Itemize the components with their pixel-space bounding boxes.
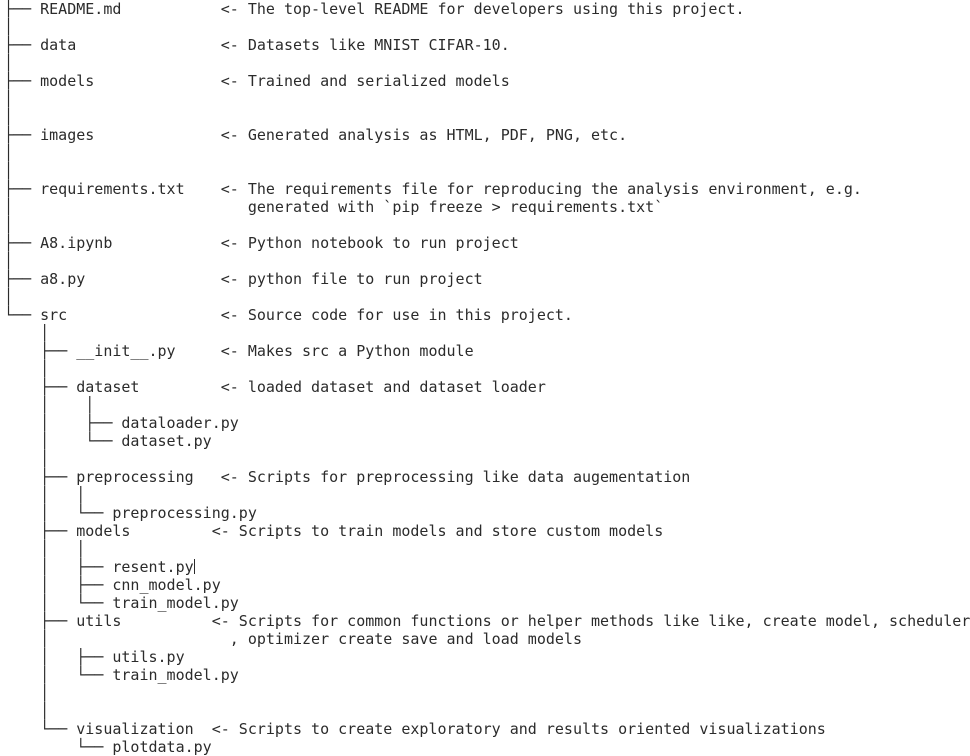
tree-line: │ xyxy=(4,90,14,108)
tree-line: │ xyxy=(4,324,50,342)
tree-line: ├── dataset <- loaded dataset and datase… xyxy=(4,378,546,396)
tree-line: │ ├── utils.py xyxy=(4,648,185,666)
tree-line: │ xyxy=(4,144,14,162)
tree-line: │ xyxy=(4,702,50,720)
tree-line-with-cursor: │ ├── resent.py xyxy=(4,558,970,576)
tree-line: ├── images <- Generated analysis as HTML… xyxy=(4,126,628,144)
tree-line: ├── preprocessing <- Scripts for preproc… xyxy=(4,468,691,486)
tree-line: ├── README.md <- The top-level README fo… xyxy=(4,0,745,18)
tree-line: │ └── train_model.py xyxy=(4,666,239,684)
tree-line: │ xyxy=(4,18,14,36)
tree-line: │ xyxy=(4,684,50,702)
tree-line: │ xyxy=(4,252,14,270)
tree-line: │ xyxy=(4,108,14,126)
tree-line: ├── data <- Datasets like MNIST CIFAR-10… xyxy=(4,36,510,54)
tree-line: ├── models <- Trained and serialized mod… xyxy=(4,72,510,90)
directory-tree[interactable]: ├── README.md <- The top-level README fo… xyxy=(4,0,970,756)
tree-line: ├── a8.py <- python file to run project xyxy=(4,270,483,288)
tree-line: │ └── preprocessing.py xyxy=(4,504,257,522)
tree-line: │ │ xyxy=(4,486,86,504)
tree-line: │ ├── cnn_model.py xyxy=(4,576,221,594)
tree-line: │ ├── dataloader.py xyxy=(4,414,239,432)
text-cursor xyxy=(193,559,195,574)
tree-line: │ , optimizer create save and load model… xyxy=(4,630,582,648)
tree-line: │ xyxy=(4,54,14,72)
tree-line: │ xyxy=(4,288,14,306)
tree-line: ├── requirements.txt <- The requirements… xyxy=(4,180,862,198)
tree-line: │ │ xyxy=(4,540,86,558)
tree-line: ├── models <- Scripts to train models an… xyxy=(4,522,664,540)
tree-line: │ xyxy=(4,162,14,180)
tree-line: │ xyxy=(4,360,50,378)
tree-line: └── visualization <- Scripts to create e… xyxy=(4,720,826,738)
tree-line: │ xyxy=(4,450,50,468)
tree-line: └── plotdata.py xyxy=(4,738,212,756)
tree-line-text: │ ├── resent.py xyxy=(4,558,194,576)
tree-line: └── src <- Source code for use in this p… xyxy=(4,306,573,324)
tree-line: │ │ xyxy=(4,396,95,414)
tree-line: │ └── dataset.py xyxy=(4,432,212,450)
tree-line: ├── A8.ipynb <- Python notebook to run p… xyxy=(4,234,519,252)
tree-line: ├── __init__.py <- Makes src a Python mo… xyxy=(4,342,474,360)
tree-line: │ generated with `pip freeze > requireme… xyxy=(4,198,664,216)
tree-line: ├── utils <- Scripts for common function… xyxy=(4,612,970,630)
tree-line: │ └── train_model.py xyxy=(4,594,239,612)
tree-line: │ xyxy=(4,216,14,234)
